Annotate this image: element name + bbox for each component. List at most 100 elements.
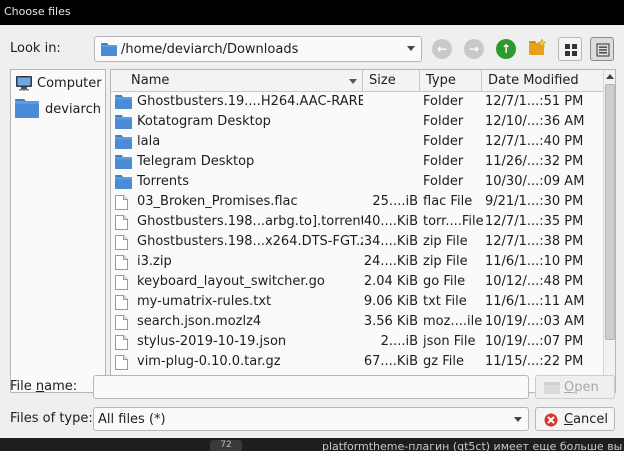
table-row[interactable]: 03_Broken_Promises.flac 25....iB flac File…: [111, 192, 603, 212]
column-header-name[interactable]: Name: [111, 70, 363, 92]
file-name-label: File name:: [10, 379, 77, 394]
table-row[interactable]: Ghostbusters.198...x264.DTS-FGT.zip 34...…: [111, 232, 603, 252]
file-name-cell: 03_Broken_Promises.flac: [137, 194, 298, 209]
open-mnemonic: O: [564, 380, 575, 395]
column-header-label: Name: [131, 73, 170, 88]
chevron-down-icon: [407, 46, 415, 51]
file-name-input[interactable]: [93, 375, 529, 399]
column-header-type[interactable]: Type: [420, 70, 482, 92]
file-name-label-part: File: [10, 379, 36, 394]
background-window: 72 platformtheme-плагин (qt5ct) имеет ещ…: [0, 438, 624, 451]
cancel-button[interactable]: Cancel: [535, 407, 615, 431]
files-of-type-label: Files of type:: [10, 411, 93, 426]
scrollbar-thumb[interactable]: [605, 84, 615, 340]
look-in-combo[interactable]: /home/deviarch/Downloads: [94, 36, 422, 62]
parent-directory-button[interactable]: ↑: [496, 39, 516, 59]
chevron-down-icon: [514, 417, 522, 422]
file-name-cell: Ghostbusters.198...x264.DTS-FGT.zip: [137, 234, 363, 249]
file-dialog: Look in: /home/deviarch/Downloads ← → ↑ …: [0, 25, 624, 438]
file-name-cell: Telegram Desktop: [137, 154, 255, 169]
open-label-rest: pen: [574, 380, 599, 395]
folder-icon: [115, 175, 132, 193]
file-name-cell: stylus-2019-10-19.json: [137, 334, 287, 349]
computer-icon: [15, 75, 33, 95]
back-button[interactable]: ←: [432, 39, 452, 59]
files-of-type-value: All files (*): [98, 412, 166, 427]
file-name-cell: search.json.mozlz4: [137, 314, 262, 329]
table-row[interactable]: search.json.mozlz4 3.56 KiB moz....ile 10/1…: [111, 312, 603, 332]
table-row[interactable]: keyboard_layout_switcher.go 2.04 KiB go Fi…: [111, 272, 603, 292]
table-row[interactable]: i3.zip 24....KiB zip File 11/6/1...:10 PM: [111, 252, 603, 272]
table-row[interactable]: lala Folder 12/7/1...:40 PM: [111, 132, 603, 152]
cancel-mnemonic: C: [564, 412, 574, 427]
files-of-type-combo[interactable]: All files (*): [93, 407, 529, 431]
file-type-cell: zip File: [423, 234, 468, 249]
open-button[interactable]: Open: [535, 375, 615, 399]
arrow-right-icon: →: [468, 42, 480, 56]
open-button-label: Open: [564, 380, 599, 395]
table-row[interactable]: my-umatrix-rules.txt 9.06 KiB txt File 11/6…: [111, 292, 603, 312]
file-type-cell: Folder: [423, 174, 464, 189]
table-row[interactable]: Torrents Folder 10/30/...:09 AM: [111, 172, 603, 192]
background-text: platformtheme-плагин (qt5ct) имеет еще б…: [322, 440, 623, 451]
column-header-size[interactable]: Size: [363, 70, 420, 92]
file-name-cell: i3.zip: [137, 254, 172, 269]
sidebar-item-computer[interactable]: Computer: [13, 72, 103, 96]
create-new-folder-button[interactable]: [528, 38, 548, 58]
places-sidebar: Computer deviarch: [10, 69, 106, 393]
file-date-cell: 11/6/1...:11 AM: [485, 294, 585, 309]
file-name-cell: lala: [137, 134, 161, 149]
open-icon: [544, 381, 560, 398]
new-folder-icon: [529, 38, 547, 55]
file-type-cell: json File: [423, 334, 476, 349]
table-row[interactable]: Ghostbusters.19....H264.AAC-RARBG Folder 1…: [111, 92, 603, 112]
file-type-cell: torr....File: [423, 214, 483, 229]
look-in-path: /home/deviarch/Downloads: [121, 42, 299, 57]
file-date-cell: 10/19/...:07 PM: [485, 334, 584, 349]
file-name-cell: my-umatrix-rules.txt: [137, 294, 272, 309]
folder-icon: [115, 135, 132, 153]
table-row[interactable]: stylus-2019-10-19.json 2....iB json File 10…: [111, 332, 603, 352]
folder-icon: [115, 95, 132, 113]
scroll-up-icon[interactable]: [606, 74, 614, 79]
arrow-up-icon: ↑: [500, 42, 512, 56]
file-name-cell: Ghostbusters.198...arbg.to].torrent: [137, 214, 363, 229]
file-date-cell: 12/7/1...:51 PM: [485, 94, 584, 109]
table-row[interactable]: Kotatogram Desktop Folder 12/10/...:36 AM: [111, 112, 603, 132]
look-in-label: Look in:: [10, 41, 61, 56]
column-header-label: Date Modified: [488, 73, 579, 88]
file-size-cell: 24....KiB: [363, 254, 418, 269]
file-size-cell: 25....iB: [372, 194, 418, 209]
detail-view-button[interactable]: [590, 37, 614, 61]
file-date-cell: 12/7/1...:35 PM: [485, 214, 584, 229]
sort-descending-icon: [349, 79, 357, 84]
folder-icon: [101, 43, 117, 60]
file-size-cell: 40....KiB: [363, 214, 418, 229]
file-size-cell: 3.56 KiB: [363, 314, 418, 329]
table-row[interactable]: Telegram Desktop Folder 11/26/...:32 PM: [111, 152, 603, 172]
detail-view-icon: [596, 43, 610, 57]
file-date-cell: 12/10/...:36 AM: [485, 114, 585, 129]
file-size-cell: 34....KiB: [363, 234, 418, 249]
vertical-scrollbar[interactable]: [603, 70, 615, 392]
window-titlebar: Choose files: [0, 0, 624, 25]
cancel-icon: [544, 413, 558, 431]
table-row[interactable]: vim-plug-0.10.0.tar.gz 67....KiB gz File 11…: [111, 352, 603, 372]
column-header-label: Size: [369, 73, 396, 88]
column-header-date[interactable]: Date Modified: [482, 70, 603, 92]
forward-button[interactable]: →: [464, 39, 484, 59]
list-view-button[interactable]: [558, 37, 582, 61]
sidebar-item-deviarch[interactable]: deviarch: [13, 96, 103, 120]
file-size-cell: 9.06 KiB: [363, 294, 418, 309]
file-size-cell: 2....iB: [380, 334, 418, 349]
table-row[interactable]: Ghostbusters.198...arbg.to].torrent 40...…: [111, 212, 603, 232]
file-date-cell: 11/26/...:32 PM: [485, 154, 584, 169]
background-tab: 72: [210, 440, 242, 451]
file-name-cell: Torrents: [137, 174, 189, 189]
sidebar-item-label: deviarch: [45, 102, 101, 117]
file-date-cell: 11/15/...:22 PM: [485, 354, 584, 369]
file-date-cell: 12/7/1...:40 PM: [485, 134, 584, 149]
file-name-label-mnemonic: n: [35, 379, 45, 394]
file-list-header: Name Size Type Date Modified: [111, 70, 603, 92]
file-size-cell: 67....KiB: [363, 354, 418, 369]
